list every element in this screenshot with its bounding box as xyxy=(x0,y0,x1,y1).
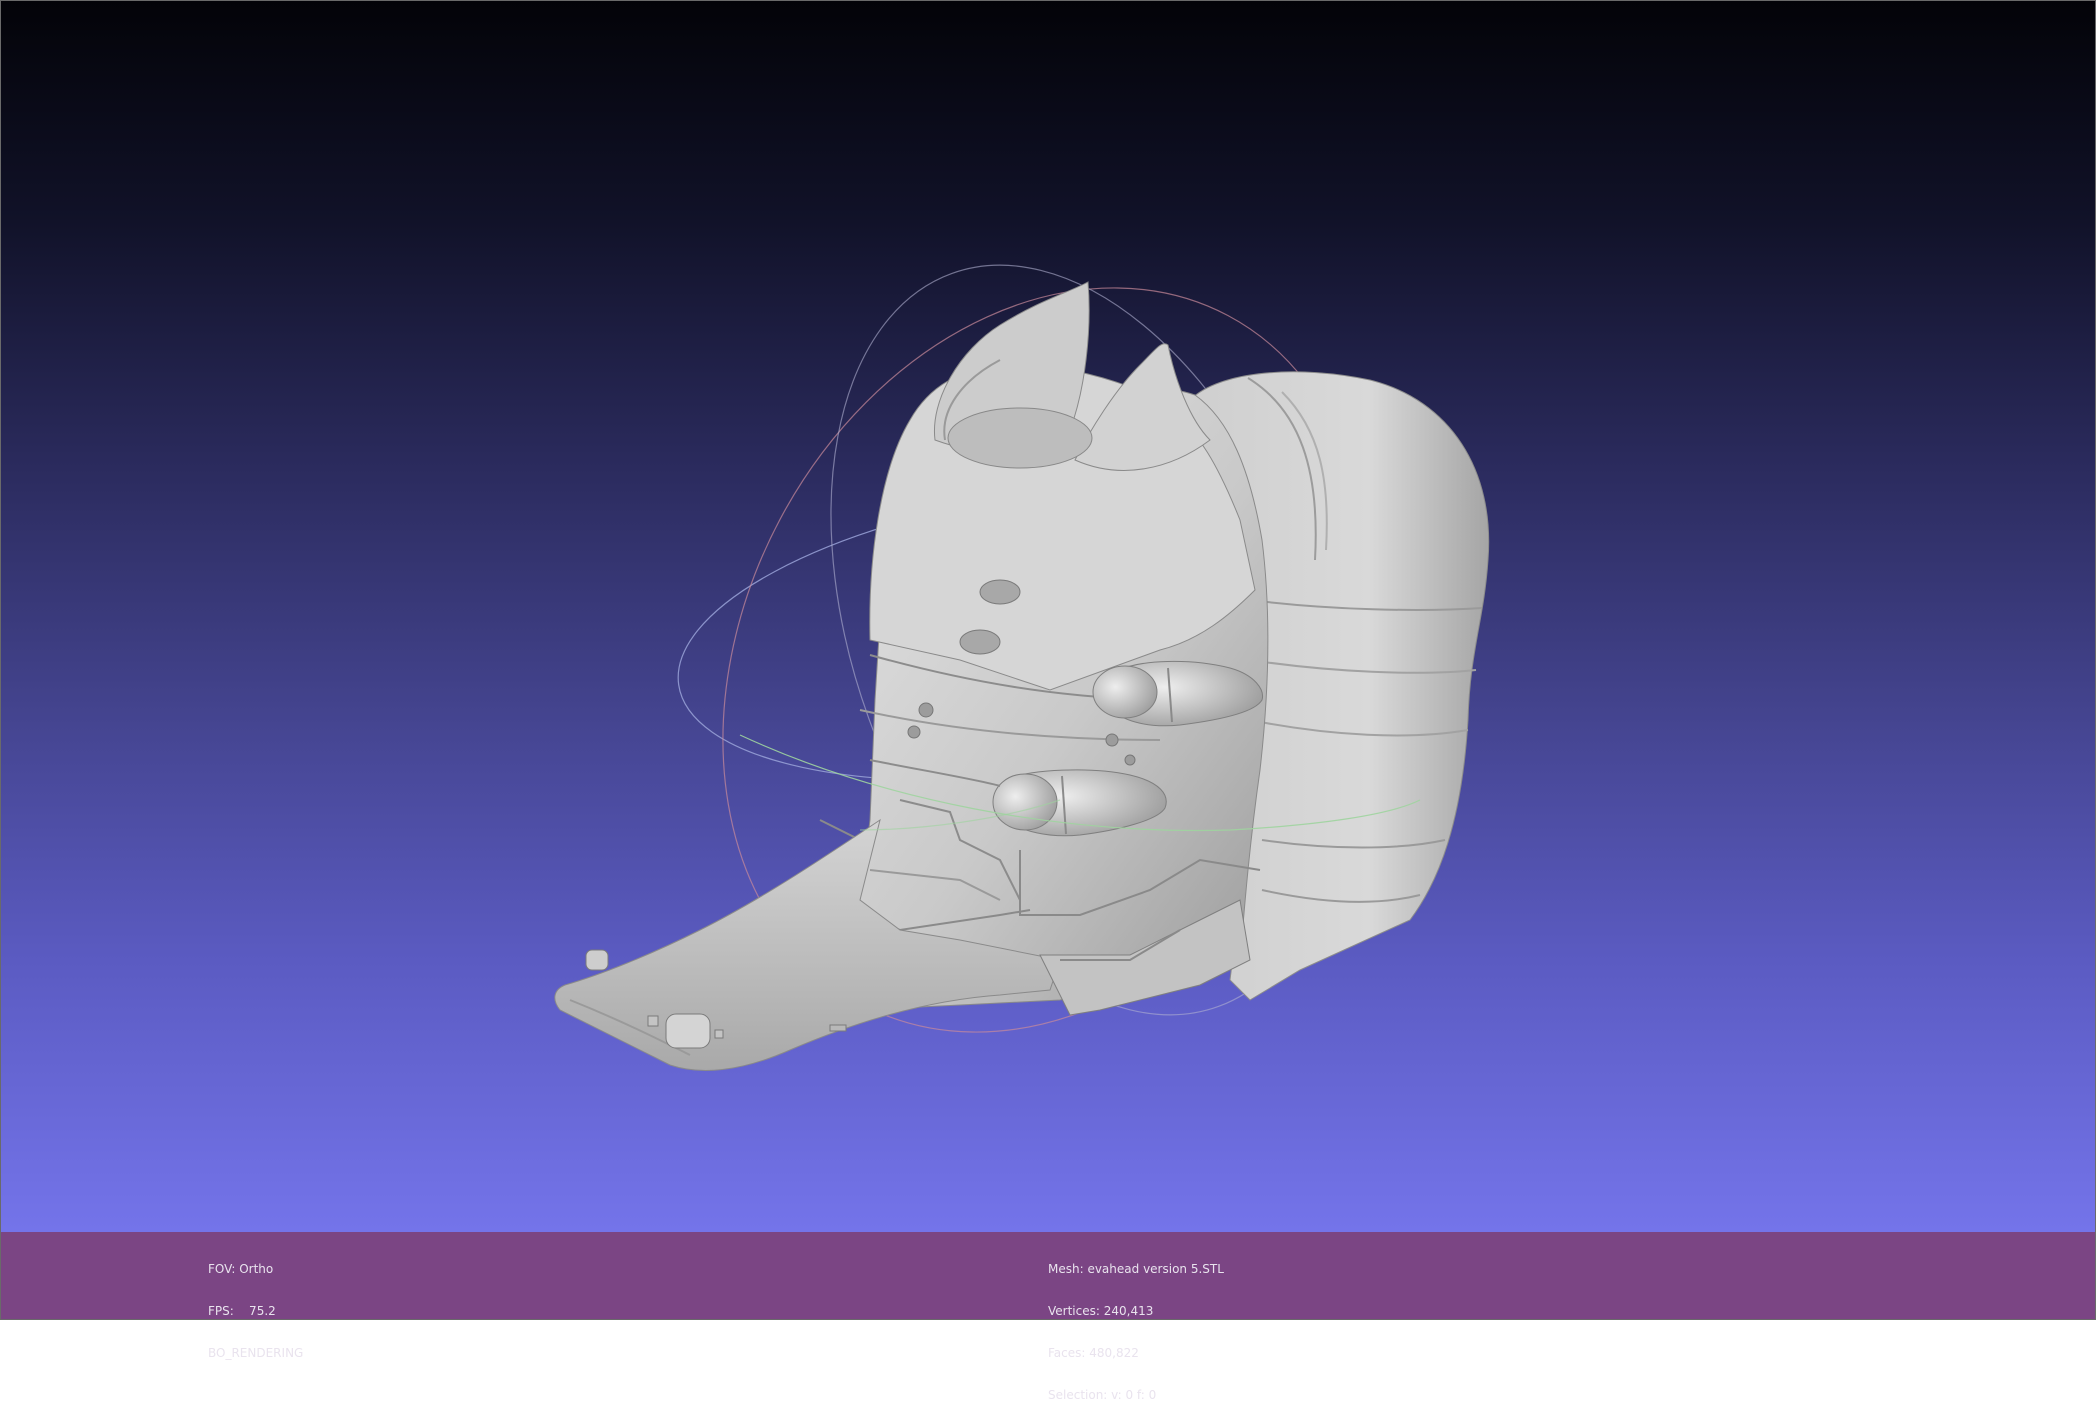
3d-viewport[interactable] xyxy=(0,0,2096,1232)
mesh-render[interactable] xyxy=(0,0,2096,1232)
nostril-knob xyxy=(665,1013,711,1049)
vertices-label: Vertices: 240,413 xyxy=(1048,1304,1154,1318)
eye-slot-lower xyxy=(959,629,1001,655)
selection-label: Selection: v: 0 f: 0 xyxy=(1048,1388,1157,1402)
render-mode-label: BO_RENDERING xyxy=(208,1346,304,1360)
mesh-name-label: Mesh: evahead version 5.STL xyxy=(1048,1262,1224,1276)
top-opening xyxy=(947,407,1093,469)
render-info-left: FOV: Ortho FPS: 75.2 BO_RENDERING xyxy=(208,1234,303,1374)
fov-label: FOV: Ortho xyxy=(208,1262,274,1276)
mesh-info-right: Mesh: evahead version 5.STL Vertices: 24… xyxy=(1048,1234,1224,1416)
eye-slot-upper xyxy=(979,579,1021,605)
faces-label: Faces: 480,822 xyxy=(1048,1346,1139,1360)
fps-label: FPS: 75.2 xyxy=(208,1304,276,1318)
